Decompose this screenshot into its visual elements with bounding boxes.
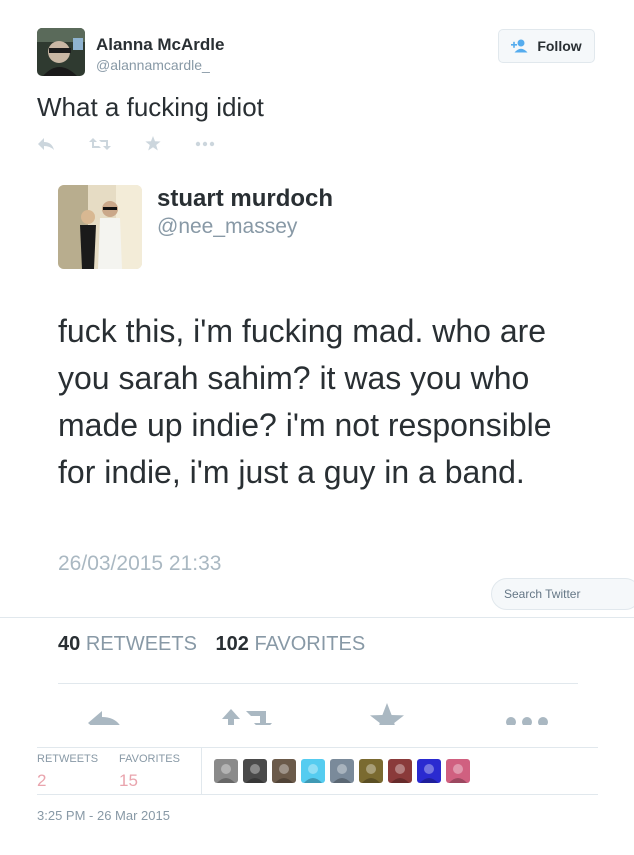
favoriters-list xyxy=(214,759,475,783)
divider xyxy=(0,617,634,618)
quoted-more-icon xyxy=(505,703,551,725)
quoted-retweets-label: RETWEETS xyxy=(85,633,197,655)
reply-icon[interactable] xyxy=(37,137,55,151)
quoted-retweet-icon xyxy=(222,703,272,725)
divider xyxy=(37,747,598,748)
favorites-label: FAVORITES xyxy=(119,753,180,765)
favoriter-avatar[interactable] xyxy=(446,759,470,783)
quoted-date-clip: 26/03/2015 21:33 xyxy=(58,552,278,570)
favoriter-avatar[interactable] xyxy=(214,759,238,783)
quoted-avatar xyxy=(58,185,142,269)
quoted-tweet-text: fuck this, i'm fucking mad. who are you … xyxy=(58,313,552,490)
quoted-stats: 40 RETWEETS 102 FAVORITES xyxy=(58,633,365,656)
divider xyxy=(201,748,202,794)
favorites-value: 15 xyxy=(119,771,138,790)
favoriter-avatar[interactable] xyxy=(272,759,296,783)
quoted-favorites-label: FAVORITES xyxy=(254,633,366,655)
retweets-stat[interactable]: RETWEETS 2 xyxy=(37,753,98,791)
divider xyxy=(58,683,578,684)
author-name[interactable]: Alanna McArdle xyxy=(96,35,224,55)
quoted-reply-icon xyxy=(86,703,126,725)
retweet-icon[interactable] xyxy=(89,137,111,151)
retweets-value: 2 xyxy=(37,771,47,790)
divider xyxy=(37,794,598,795)
favoriter-avatar[interactable] xyxy=(301,759,325,783)
quoted-author-handle: @nee_massey xyxy=(157,215,298,238)
retweets-label: RETWEETS xyxy=(37,753,99,765)
favoriter-avatar[interactable] xyxy=(243,759,267,783)
author-handle[interactable]: @alannamcardle_ xyxy=(96,57,210,73)
favoriter-avatar[interactable] xyxy=(330,759,354,783)
quoted-retweets-count: 40 xyxy=(58,633,81,655)
more-icon[interactable] xyxy=(195,141,215,147)
tweet-text: What a fucking idiot xyxy=(37,92,264,122)
author-avatar[interactable] xyxy=(37,28,85,76)
quoted-author-name: stuart murdoch xyxy=(157,185,334,212)
follow-button[interactable]: Follow xyxy=(498,29,595,63)
quoted-favorite-icon xyxy=(369,703,405,725)
tweet-timestamp[interactable]: 3:25 PM - 26 Mar 2015 xyxy=(37,808,170,823)
quoted-date: 26/03/2015 21:33 xyxy=(58,552,222,570)
quoted-favorites-count: 102 xyxy=(215,633,249,655)
favorite-icon[interactable] xyxy=(145,136,161,151)
favoriter-avatar[interactable] xyxy=(388,759,412,783)
favoriter-avatar[interactable] xyxy=(417,759,441,783)
follow-label: Follow xyxy=(537,38,582,54)
tweet-actions xyxy=(37,136,249,151)
add-user-icon xyxy=(511,39,528,53)
favoriter-avatar[interactable] xyxy=(359,759,383,783)
search-input[interactable]: Search Twitter xyxy=(491,578,634,610)
favorites-stat[interactable]: FAVORITES 15 xyxy=(119,753,180,791)
